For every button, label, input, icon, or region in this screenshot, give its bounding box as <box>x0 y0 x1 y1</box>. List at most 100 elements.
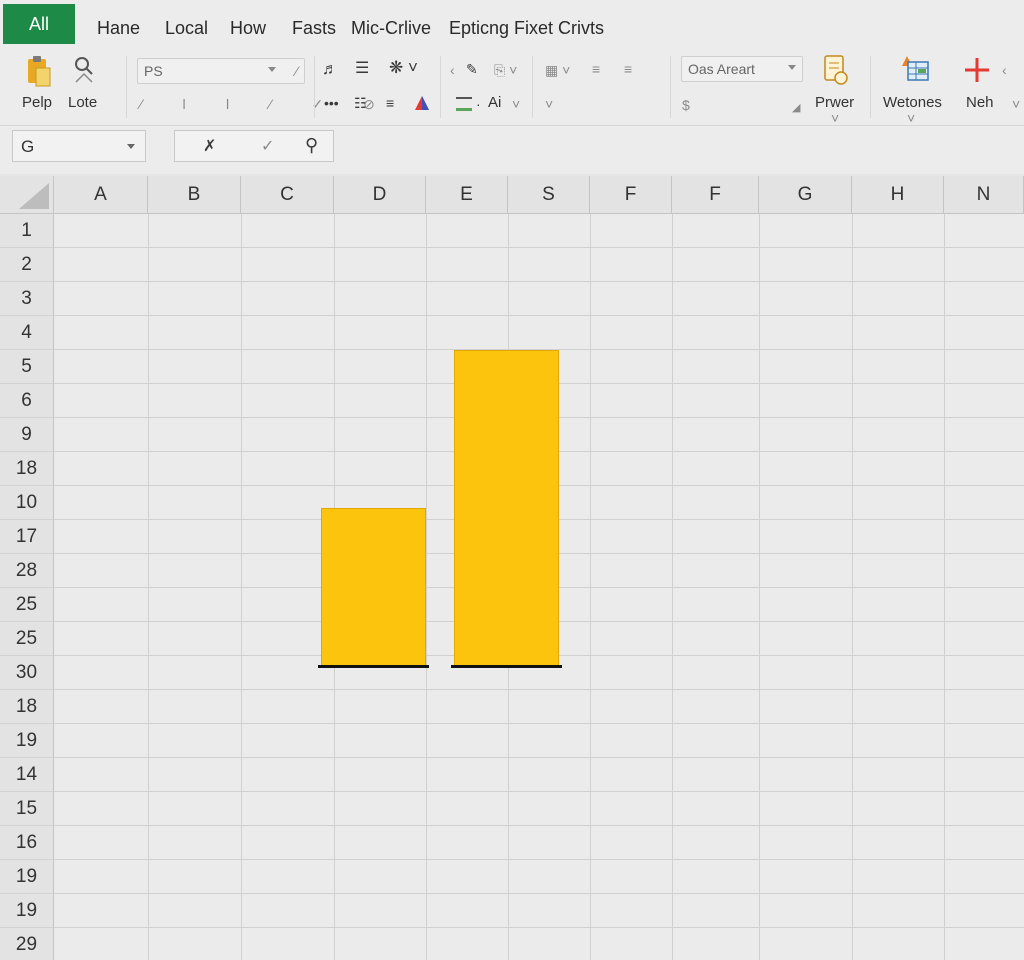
more-icon[interactable]: ••• <box>324 95 339 111</box>
chart-bar-1[interactable] <box>454 350 559 666</box>
column-header-4[interactable]: E <box>426 176 508 214</box>
document-icon[interactable] <box>822 54 850 91</box>
prwer-label[interactable]: Prwer <box>815 94 854 111</box>
column-header-2[interactable]: C <box>241 176 334 214</box>
row-header-8[interactable]: 10 <box>0 486 54 520</box>
row-header-1[interactable]: 2 <box>0 248 54 282</box>
row-header-5[interactable]: 6 <box>0 384 54 418</box>
chevron-left-icon[interactable]: ‹ <box>1002 62 1007 78</box>
paste-icon[interactable] <box>24 56 54 90</box>
row-header-18[interactable]: 16 <box>0 826 54 860</box>
chevron-down-icon[interactable]: ˅ <box>1012 96 1020 112</box>
chevron-down-icon[interactable]: ˅ <box>831 110 839 126</box>
grid-row-line <box>54 927 1024 928</box>
indent-icon[interactable]: ≡ <box>386 95 394 111</box>
grid-row-line <box>54 757 1024 758</box>
align-right-icon[interactable]: ≡ <box>624 61 632 77</box>
wetones-label[interactable]: Wetones <box>883 94 942 111</box>
column-header-10[interactable]: N <box>944 176 1024 214</box>
menu-bar: All Hane Local How Fasts Mic-Crlive Epti… <box>0 0 1024 48</box>
chevron-down-icon[interactable]: ˅ <box>907 110 915 126</box>
row-header-4[interactable]: 5 <box>0 350 54 384</box>
row-header-16[interactable]: 14 <box>0 758 54 792</box>
tab-mic-crlive[interactable]: Mic-Crlive <box>351 18 431 39</box>
text-ai-label[interactable]: Ai <box>488 94 501 111</box>
row-header-2[interactable]: 3 <box>0 282 54 316</box>
row-header-11[interactable]: 25 <box>0 588 54 622</box>
table-icon[interactable]: ▦ ˅ <box>545 62 570 78</box>
row-header-21[interactable]: 29 <box>0 928 54 960</box>
row-header-6[interactable]: 9 <box>0 418 54 452</box>
neh-label[interactable]: Neh <box>966 94 994 111</box>
row-header-10[interactable]: 28 <box>0 554 54 588</box>
name-box[interactable]: G <box>12 130 146 162</box>
grid-row-line <box>54 315 1024 316</box>
currency-label[interactable]: $ <box>682 97 690 113</box>
formula-tools: ✗ ✓ ⚲ <box>174 130 334 162</box>
copy-icon[interactable]: ⎘ ˅ <box>494 62 517 78</box>
grid-row-line <box>54 247 1024 248</box>
chart-bar-0[interactable] <box>321 508 426 666</box>
number-format-select[interactable]: Oas Areart <box>681 56 803 82</box>
tab-fasts[interactable]: Fasts <box>292 18 336 39</box>
column-header-0[interactable]: A <box>54 176 148 214</box>
spreadsheet-grid[interactable]: A B C D E S F F G H N 1 2 3 4 5 6 9 18 10 17 28 25 25 30 18 19 14 15… <box>0 176 1024 960</box>
row-header-12[interactable]: 25 <box>0 622 54 656</box>
row-header-15[interactable]: 19 <box>0 724 54 758</box>
column-header-3[interactable]: D <box>334 176 426 214</box>
column-header-9[interactable]: H <box>852 176 944 214</box>
ribbon-separator <box>314 56 315 118</box>
tab-how[interactable]: How <box>230 18 266 39</box>
paste-label[interactable]: Pelp <box>22 94 52 111</box>
grid-row-line <box>54 281 1024 282</box>
grid-row-line <box>54 893 1024 894</box>
grid-row-line <box>54 825 1024 826</box>
list-icon[interactable]: ☷ <box>354 95 367 111</box>
ribbon-separator <box>126 56 127 118</box>
formula-icon[interactable]: ♬ <box>322 62 338 78</box>
confirm-icon[interactable]: ✓ <box>261 139 274 155</box>
row-header-14[interactable]: 18 <box>0 690 54 724</box>
row-header-7[interactable]: 18 <box>0 452 54 486</box>
row-header-20[interactable]: 19 <box>0 894 54 928</box>
tab-all[interactable]: All <box>3 4 75 44</box>
grid-row-line <box>54 689 1024 690</box>
row-header-0[interactable]: 1 <box>0 214 54 248</box>
dash-icon[interactable]: · <box>476 96 481 112</box>
chart-baseline-0 <box>318 665 429 668</box>
function-icon[interactable]: ⚲ <box>305 136 318 154</box>
dialog-launcher-icon[interactable]: ◢ <box>792 100 800 116</box>
align-center-icon[interactable]: ≡ <box>592 61 600 77</box>
select-all-corner[interactable] <box>0 176 54 214</box>
column-header-5[interactable]: S <box>508 176 590 214</box>
tab-epticng-fixet-crivts[interactable]: Epticng Fixet Crivts <box>449 18 604 39</box>
cancel-icon[interactable]: ✗ <box>203 139 216 155</box>
row-header-13[interactable]: 30 <box>0 656 54 690</box>
chevron-down-icon[interactable]: ˅ <box>545 96 553 112</box>
search-icon[interactable] <box>72 54 98 88</box>
row-header-3[interactable]: 4 <box>0 316 54 350</box>
border-icon[interactable] <box>456 97 472 111</box>
row-header-9[interactable]: 17 <box>0 520 54 554</box>
lote-label[interactable]: Lote <box>68 94 97 111</box>
font-select[interactable]: PS ⁄ <box>137 58 305 84</box>
ribbon-separator <box>870 56 871 118</box>
add-icon[interactable] <box>963 56 991 89</box>
align-icon[interactable]: ☰ <box>355 61 369 77</box>
tab-hane[interactable]: Hane <box>97 18 140 39</box>
row-header-17[interactable]: 15 <box>0 792 54 826</box>
column-header-1[interactable]: B <box>148 176 241 214</box>
tab-local[interactable]: Local <box>165 18 208 39</box>
gear-icon[interactable]: ❋ ˅ <box>389 59 418 76</box>
column-header-8[interactable]: G <box>759 176 852 214</box>
row-header-19[interactable]: 19 <box>0 860 54 894</box>
chevron-left-icon[interactable]: ‹ <box>450 62 455 78</box>
ribbon-separator <box>532 56 533 118</box>
styles-icon[interactable] <box>898 54 932 89</box>
pen-icon[interactable]: ✎ <box>466 61 478 77</box>
grid-row-line <box>54 791 1024 792</box>
column-header-6[interactable]: F <box>590 176 672 214</box>
column-header-7[interactable]: F <box>672 176 759 214</box>
fill-color-icon[interactable] <box>413 94 431 117</box>
chevron-down-icon[interactable]: ˅ <box>512 96 520 112</box>
